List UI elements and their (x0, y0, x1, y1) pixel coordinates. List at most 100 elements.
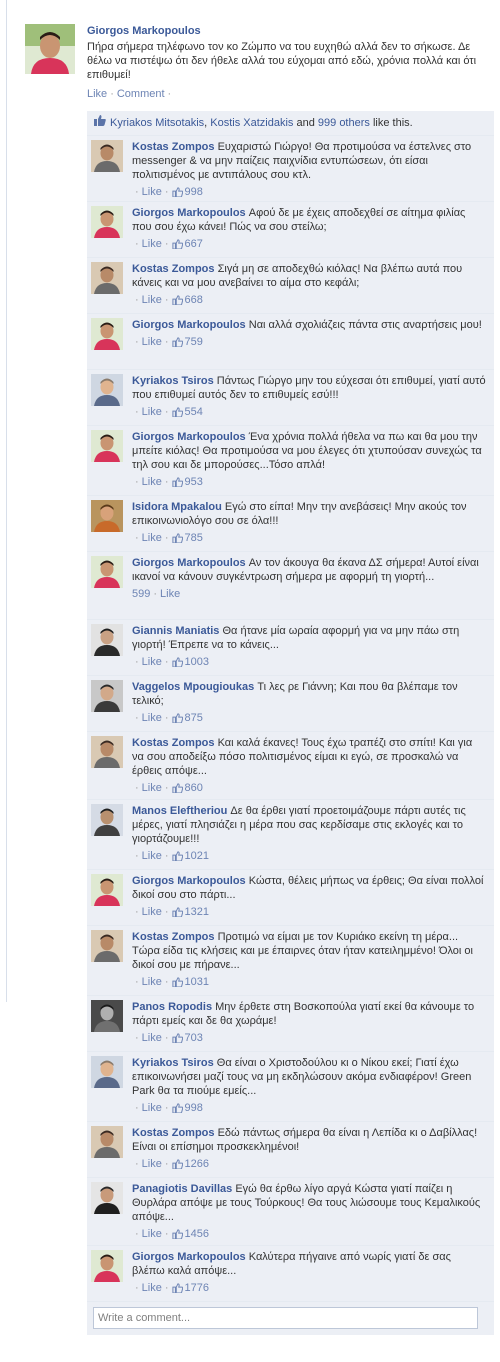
likes-separator: , (204, 117, 208, 129)
comment-like-link[interactable]: Like (142, 906, 162, 918)
comment-like-number: 875 (184, 712, 203, 724)
commenter-avatar[interactable] (91, 430, 123, 462)
comment-like-count[interactable]: 998 (171, 1102, 203, 1114)
comment-like-count[interactable]: 668 (171, 294, 203, 306)
commenter-avatar[interactable] (91, 1000, 123, 1032)
comment-like-count[interactable]: 1031 (171, 976, 209, 988)
commenter-avatar[interactable] (91, 624, 123, 656)
comment-like-link[interactable]: Like (142, 1158, 162, 1170)
commenter-avatar[interactable] (91, 374, 123, 406)
commenter-avatar[interactable] (91, 556, 123, 588)
comment-like-count[interactable]: 1266 (171, 1158, 209, 1170)
commenter-name[interactable]: Kostas Zompos (132, 263, 215, 275)
comment-like-count[interactable]: 554 (171, 406, 203, 418)
commenter-name[interactable]: Kostas Zompos (132, 737, 215, 749)
comment-like-link[interactable]: Like (142, 406, 162, 418)
commenter-avatar[interactable] (91, 262, 123, 294)
comment-like-link[interactable]: Like (142, 656, 162, 668)
comment-like-number: 703 (184, 1032, 203, 1044)
author-avatar[interactable] (25, 24, 75, 74)
comment-like-count[interactable]: 785 (171, 532, 203, 544)
comment-like-link[interactable]: Like (142, 1032, 162, 1044)
commenter-name[interactable]: Giorgos Markopoulos (132, 319, 246, 331)
comment-like-link[interactable]: Like (142, 976, 162, 988)
comment-like-count[interactable]: 860 (171, 782, 203, 794)
comment-like-count[interactable]: 998 (171, 186, 203, 198)
comment-like-link[interactable]: Like (142, 238, 162, 250)
comment-like-link[interactable]: Like (142, 532, 162, 544)
comment-like-count[interactable]: 667 (171, 238, 203, 250)
commenter-name[interactable]: Giorgos Markopoulos (132, 207, 246, 219)
commenter-name[interactable]: Kyriakos Tsiros (132, 375, 214, 387)
others-link[interactable]: 999 others (318, 117, 370, 129)
comment-like-count[interactable]: 953 (171, 476, 203, 488)
comment-like-count[interactable]: 1021 (171, 850, 209, 862)
commenter-avatar[interactable] (91, 804, 123, 836)
commenter-avatar[interactable] (91, 500, 123, 532)
commenter-name[interactable]: Kostas Zompos (132, 141, 215, 153)
commenter-avatar[interactable] (91, 930, 123, 962)
commenter-avatar[interactable] (91, 1126, 123, 1158)
comment-like-count[interactable]: 1776 (171, 1282, 210, 1294)
comment-like-link[interactable]: Like (142, 1228, 162, 1240)
commenter-name[interactable]: Kyriakos Tsiros (132, 1057, 214, 1069)
comment-like-link[interactable]: Like (160, 588, 180, 600)
commenter-name[interactable]: Vaggelos Mpougioukas (132, 681, 254, 693)
commenter-avatar[interactable] (91, 1056, 123, 1088)
write-comment-input[interactable] (93, 1307, 478, 1329)
person-avatar-icon (91, 262, 123, 294)
comment-like-number: 1776 (184, 1282, 210, 1294)
comment-like-link[interactable]: Like (142, 782, 162, 794)
commenter-name[interactable]: Manos Eleftheriou (132, 805, 227, 817)
likes-tail-text: like this. (372, 117, 413, 129)
commenter-avatar[interactable] (91, 736, 123, 768)
commenter-name[interactable]: Isidora Mpakalou (132, 501, 222, 513)
comment-body: Kyriakos Tsiros Πάντως Γιώργο μην του εύ… (132, 370, 494, 419)
commenter-name[interactable]: Panagiotis Davillas (132, 1183, 232, 1195)
commenter-name[interactable]: Giorgos Markopoulos (132, 875, 246, 887)
commenter-name[interactable]: Giorgos Markopoulos (132, 557, 246, 569)
liker-name-link[interactable]: Kostis Xatzidakis (210, 117, 293, 129)
liker-name-link[interactable]: Kyriakos Mitsotakis (110, 117, 204, 129)
comment-like-count[interactable]: 875 (171, 712, 203, 724)
thumbs-up-icon (171, 1283, 183, 1294)
comment-like-count[interactable]: 1456 (171, 1228, 209, 1240)
comment-item: Kyriakos Tsiros Θα είναι ο Χριστοδούλου … (87, 1052, 494, 1122)
comment-link[interactable]: Comment (117, 88, 165, 100)
commenter-name[interactable]: Panos Ropodis (132, 1001, 212, 1013)
comment-item: Kostas Zompos Και καλά έκανες! Τους έχω … (87, 732, 494, 800)
thumbs-up-icon (171, 407, 183, 418)
separator-dot: · (164, 1102, 169, 1114)
comment-like-count[interactable]: 599 (132, 588, 150, 600)
like-link[interactable]: Like (87, 88, 107, 100)
comment-like-count[interactable]: 703 (171, 1032, 203, 1044)
comment-like-count[interactable]: 759 (171, 336, 203, 348)
comment-like-link[interactable]: Like (142, 712, 162, 724)
comment-like-count[interactable]: 1321 (171, 906, 209, 918)
commenter-avatar[interactable] (91, 1182, 123, 1214)
comment-like-link[interactable]: Like (142, 1102, 162, 1114)
comment-item: Isidora Mpakalou Εγώ στο είπα! Μην την α… (87, 496, 494, 552)
person-avatar-icon (91, 680, 123, 712)
commenter-name[interactable]: Giorgos Markopoulos (132, 431, 246, 443)
comment-like-count[interactable]: 1003 (171, 656, 209, 668)
commenter-avatar[interactable] (91, 874, 123, 906)
commenter-name[interactable]: Kostas Zompos (132, 931, 215, 943)
commenter-name[interactable]: Giannis Maniatis (132, 625, 219, 637)
thumbs-up-icon (171, 713, 183, 724)
comment-like-link[interactable]: Like (142, 186, 162, 198)
post-author-name[interactable]: Giorgos Markopoulos (87, 24, 495, 38)
comment-like-link[interactable]: Like (142, 294, 162, 306)
commenter-name[interactable]: Kostas Zompos (132, 1127, 215, 1139)
comment-like-link[interactable]: Like (142, 476, 162, 488)
comment-like-link[interactable]: Like (142, 336, 162, 348)
commenter-avatar[interactable] (91, 318, 123, 350)
commenter-avatar[interactable] (91, 1250, 123, 1282)
comment-meta: · Like · 1456 (132, 1228, 486, 1241)
commenter-avatar[interactable] (91, 680, 123, 712)
comment-like-link[interactable]: Like (142, 1282, 162, 1294)
commenter-avatar[interactable] (91, 206, 123, 238)
comment-like-link[interactable]: Like (142, 850, 162, 862)
commenter-avatar[interactable] (91, 140, 123, 172)
commenter-name[interactable]: Giorgos Markopoulos (132, 1251, 246, 1263)
